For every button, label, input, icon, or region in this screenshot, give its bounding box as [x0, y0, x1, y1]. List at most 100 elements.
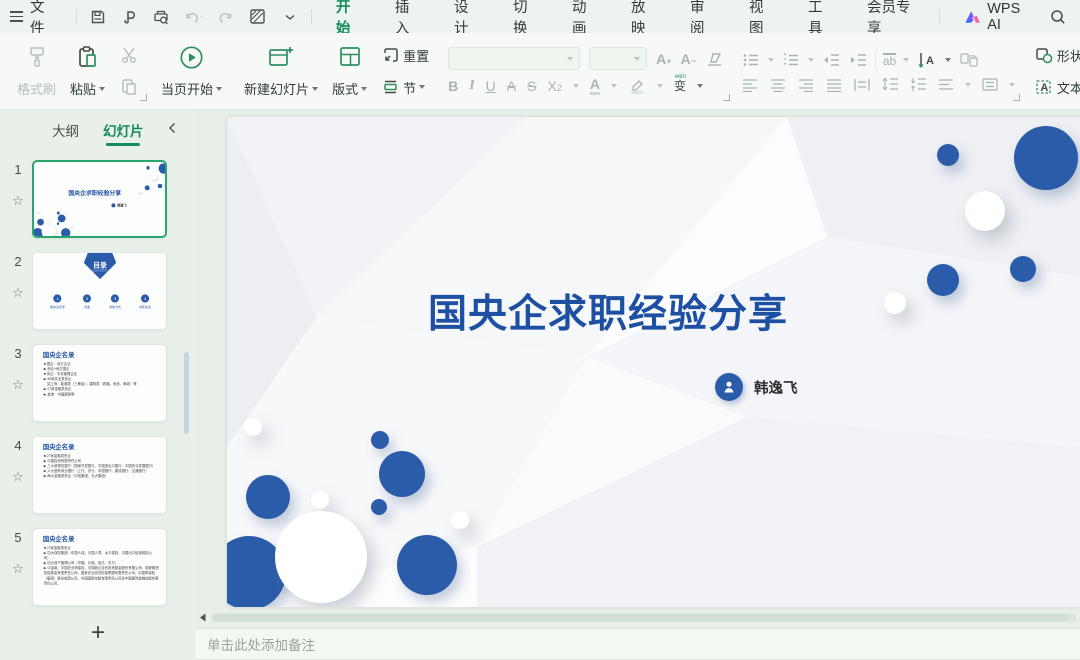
slide-thumbnail-2[interactable]: 目录CONTENTS1国央企名录2待遇3求职方式4求职渠道	[32, 252, 167, 330]
collapse-panel-icon[interactable]	[167, 122, 177, 137]
slide-star-icon[interactable]: ☆	[6, 377, 30, 393]
slide-canvas[interactable]: 国央企求职经验分享 韩逸飞	[227, 117, 1080, 607]
shapes-button[interactable]: 形状	[1031, 43, 1080, 67]
slide-author[interactable]: 韩逸飞	[715, 373, 798, 401]
textbox-label: 文本框	[1057, 78, 1080, 97]
horizontal-scrollbar-thumb[interactable]	[213, 614, 1069, 621]
slide-gutter: 4☆	[6, 438, 30, 485]
file-menu[interactable]: 文件	[30, 0, 58, 38]
clipboard-dialog-launcher[interactable]	[140, 94, 147, 101]
decrease-font-size-button[interactable]: A−	[680, 52, 695, 66]
section-button[interactable]: 节	[378, 75, 432, 99]
horizontal-scrollbar-track[interactable]	[211, 613, 1076, 622]
print-preview-icon[interactable]	[149, 5, 175, 29]
save-icon[interactable]	[85, 5, 111, 29]
scroll-left-arrow-icon[interactable]	[195, 613, 211, 622]
format-painter-button[interactable]: 格式刷	[14, 42, 59, 100]
new-slide-button[interactable]: 新建幻灯片	[241, 42, 321, 100]
slide-thumbnail-1[interactable]: 国央企求职经验分享韩逸飞	[32, 160, 167, 238]
font-name-combobox[interactable]	[448, 47, 580, 70]
horizontal-scrollbar	[195, 610, 1080, 624]
increase-font-size-button[interactable]: A+	[656, 52, 671, 66]
numbered-list-icon[interactable]	[781, 52, 801, 68]
underline-button[interactable]: U	[486, 79, 496, 93]
align-left-icon[interactable]	[741, 78, 759, 92]
undo-icon[interactable]	[181, 5, 207, 29]
decor-circle	[371, 431, 389, 449]
slide-panel: 大纲 幻灯片 1☆国央企求职经验分享韩逸飞2☆目录CONTENTS1国央企名录2…	[0, 110, 195, 660]
decor-circle	[884, 292, 906, 314]
superscript-button[interactable]: X2	[547, 79, 561, 93]
reset-section-stack: 重置 节	[378, 43, 432, 99]
decor-circle	[379, 451, 425, 497]
increase-indent-icon[interactable]	[848, 52, 868, 68]
character-border-button[interactable]: A	[507, 79, 516, 93]
text-direction-icon[interactable]: A	[916, 51, 938, 69]
decrease-indent-icon[interactable]	[821, 52, 841, 68]
slide-thumbnail-4[interactable]: 国央企名录■ 27家金融类央企▶ 中国投资有限责任公司▶ 三大政策性银行（国家开…	[32, 436, 167, 514]
justify-icon[interactable]	[825, 78, 843, 92]
decor-circle	[246, 475, 290, 519]
font-size-combobox[interactable]	[589, 47, 647, 70]
bullet-list-icon[interactable]	[741, 52, 761, 68]
slide-star-icon[interactable]: ☆	[6, 561, 30, 577]
hamburger-menu-icon[interactable]	[10, 11, 23, 22]
copy-button[interactable]	[116, 75, 142, 99]
align-right-icon[interactable]	[797, 78, 815, 92]
slide-thumbnail-3[interactable]: 国央企名录■ 国企：地方企业▶ 央企+地方国企■ 央企：中央管理企业▶ 96家实…	[32, 344, 167, 422]
panel-scrollbar[interactable]	[184, 352, 189, 434]
align-text-vertical-icon[interactable]	[981, 77, 999, 92]
bold-button[interactable]: B	[448, 79, 458, 93]
highlight-color-icon[interactable]	[628, 78, 646, 94]
convert-to-smartart-icon[interactable]	[958, 51, 980, 69]
slide-star-icon[interactable]: ☆	[6, 193, 30, 209]
slide-thumbnail-5[interactable]: 国央企名录■ 27家金融类央企▶ 四大保险集团（中国人保、中国人寿、太平保险、中…	[32, 528, 167, 606]
divider	[76, 9, 77, 25]
phonetic-guide-button[interactable]: wén变	[674, 80, 686, 92]
tab-outline[interactable]: 大纲	[52, 120, 79, 145]
slide-number: 5	[6, 530, 30, 545]
slide-gutter: 3☆	[6, 346, 30, 393]
increase-line-spacing-icon[interactable]	[881, 77, 899, 92]
redo-icon[interactable]	[213, 5, 239, 29]
add-slide-button[interactable]: +	[83, 618, 113, 648]
character-spacing-button[interactable]: ab	[883, 53, 896, 67]
export-pdf-icon[interactable]	[117, 5, 143, 29]
svg-text:A: A	[1040, 82, 1048, 94]
tab-slides[interactable]: 幻灯片	[103, 120, 144, 145]
quick-access-dropdown-icon[interactable]	[277, 5, 303, 29]
search-icon[interactable]	[1045, 5, 1070, 29]
slide-title[interactable]: 国央企求职经验分享	[347, 283, 869, 339]
decor-circle	[965, 191, 1005, 231]
italic-button[interactable]: I	[469, 79, 474, 93]
font-color-button[interactable]: A	[590, 77, 600, 95]
pattern-fill-icon[interactable]	[245, 5, 271, 29]
slide-row-3: 3☆国央企名录■ 国企：地方企业▶ 央企+地方国企■ 央企：中央管理企业▶ 96…	[0, 344, 195, 422]
slide-star-icon[interactable]: ☆	[6, 285, 30, 301]
font-dialog-launcher[interactable]	[723, 94, 730, 101]
strikethrough-button[interactable]: S	[527, 79, 536, 93]
paste-button[interactable]: 粘贴	[67, 42, 108, 100]
reset-button[interactable]: 重置	[378, 43, 432, 67]
editing-area: 国央企求职经验分享 韩逸飞 单击此处添加备注	[195, 110, 1080, 660]
align-center-icon[interactable]	[769, 78, 787, 92]
wps-ai-logo-icon	[964, 9, 981, 25]
clear-format-icon[interactable]	[705, 51, 725, 67]
slide-star-icon[interactable]: ☆	[6, 469, 30, 485]
quick-access-toolbar	[85, 5, 303, 29]
decrease-line-spacing-icon[interactable]	[909, 77, 927, 92]
start-from-current-page-button[interactable]: 当页开始	[158, 42, 225, 100]
paragraph-dialog-launcher[interactable]	[1013, 94, 1020, 101]
cut-button[interactable]	[116, 43, 142, 67]
distribute-text-icon[interactable]	[853, 78, 871, 92]
divider	[311, 9, 312, 25]
notes-input[interactable]: 单击此处添加备注	[195, 628, 1080, 660]
decor-circle	[1010, 256, 1036, 282]
line-spacing-icon[interactable]	[937, 78, 955, 92]
layout-button[interactable]: 版式	[329, 42, 370, 100]
textbox-button[interactable]: A 文本框	[1031, 75, 1080, 99]
wps-ai-button[interactable]: WPS AI	[964, 1, 1035, 33]
author-name: 韩逸飞	[754, 377, 798, 398]
copy-icon	[119, 77, 139, 97]
format-painter-icon	[25, 44, 49, 70]
